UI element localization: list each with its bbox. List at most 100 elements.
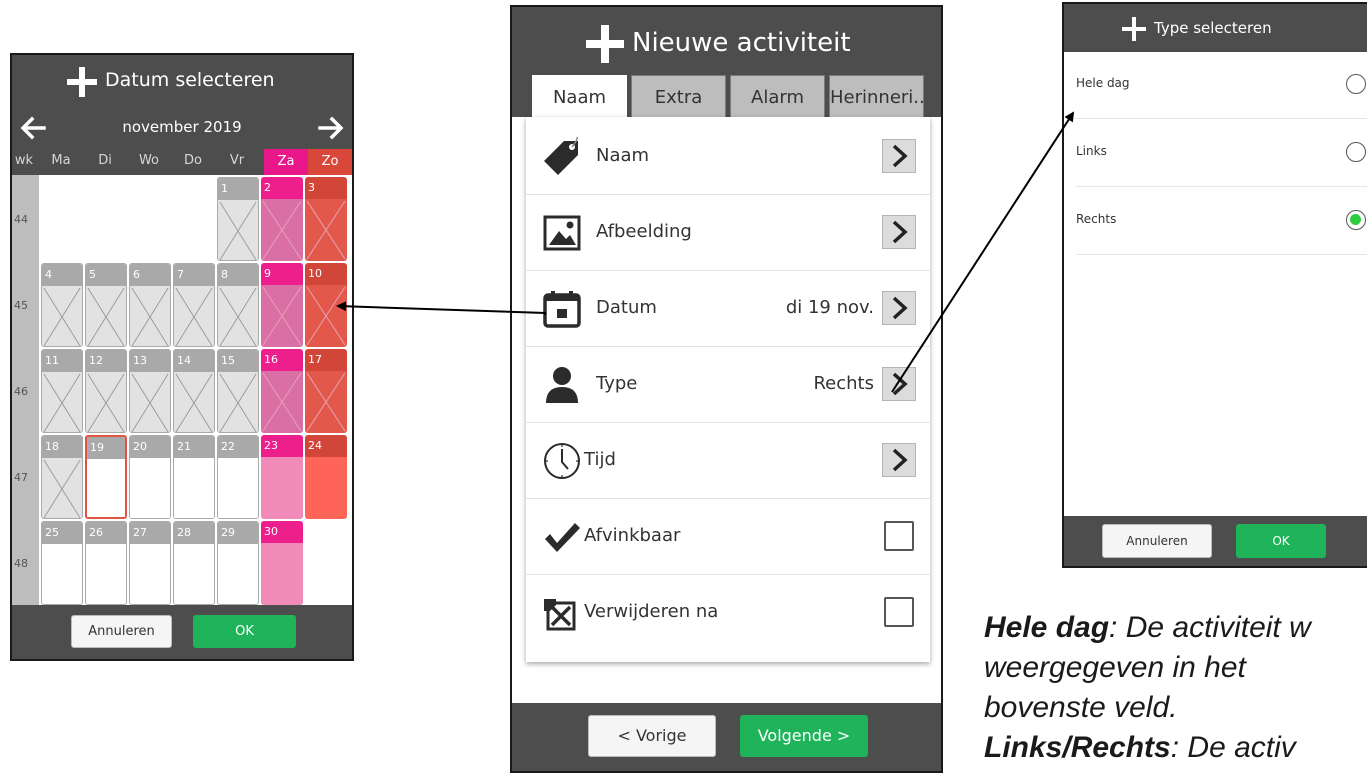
calendar-day[interactable]: 6: [129, 263, 171, 347]
datum-row[interactable]: Datum di 19 nov.: [526, 273, 930, 347]
datum-chevron-button[interactable]: [882, 291, 916, 325]
calendar-day[interactable]: 5: [85, 263, 127, 347]
day-number: 21: [174, 436, 214, 458]
day-number: 28: [174, 522, 214, 544]
weekday-header: Wo: [138, 153, 160, 168]
calendar-day[interactable]: 3: [305, 177, 347, 261]
caption-line-2: weergegeven in het: [984, 651, 1246, 684]
radio-rechts-selected[interactable]: [1346, 210, 1366, 230]
ok-button[interactable]: OK: [1236, 524, 1326, 558]
tab-herinnering[interactable]: Herinneri...: [829, 75, 924, 119]
cancel-button[interactable]: Annuleren: [71, 615, 172, 648]
calendar-day[interactable]: 28: [173, 521, 215, 605]
calendar-day[interactable]: 9: [261, 263, 303, 347]
radio-links[interactable]: [1346, 142, 1366, 162]
naam-row[interactable]: Naam: [526, 121, 930, 195]
calendar-day[interactable]: 17: [305, 349, 347, 433]
type-select-footer: Annuleren OK: [1064, 516, 1367, 566]
day-number: 11: [42, 350, 82, 372]
month-navigation: november 2019: [12, 107, 352, 149]
calendar-day[interactable]: 1: [217, 177, 259, 261]
day-number: 12: [86, 350, 126, 372]
week-number: 44: [14, 213, 28, 226]
option-links[interactable]: Links: [1076, 120, 1367, 187]
calendar-day[interactable]: 15: [217, 349, 259, 433]
past-day-cross-icon: [306, 200, 346, 260]
type-select-title: Type selecteren: [1154, 19, 1272, 37]
past-day-cross-icon: [43, 287, 81, 346]
caption-term-hele-dag: Hele dag: [984, 611, 1110, 644]
day-number: 5: [86, 264, 126, 286]
verwijderen-na-row[interactable]: Verwijderen na: [526, 577, 930, 651]
calendar-day[interactable]: 7: [173, 263, 215, 347]
calendar-day[interactable]: 11: [41, 349, 83, 433]
datum-label: Datum: [596, 297, 657, 318]
calendar-day[interactable]: 30: [261, 521, 303, 605]
calendar-day[interactable]: 10: [305, 263, 347, 347]
afbeelding-row[interactable]: Afbeelding: [526, 197, 930, 271]
calendar-day[interactable]: 26: [85, 521, 127, 605]
calendar-day[interactable]: 4: [41, 263, 83, 347]
clock-icon: [542, 441, 582, 481]
tijd-row[interactable]: Tijd: [526, 425, 930, 499]
calendar-day[interactable]: 29: [217, 521, 259, 605]
new-activity-panel: Nieuwe activiteit Naam Extra Alarm Herin…: [510, 5, 943, 773]
week-number: 45: [14, 299, 28, 312]
past-day-cross-icon: [306, 372, 346, 432]
day-number: 3: [305, 177, 347, 199]
radio-hele-dag[interactable]: [1346, 74, 1366, 94]
type-select-header: Type selecteren: [1064, 4, 1367, 52]
afvinkbaar-checkbox[interactable]: [884, 521, 914, 551]
verwijderen-na-checkbox[interactable]: [884, 597, 914, 627]
ok-button[interactable]: OK: [193, 615, 296, 648]
calendar-day[interactable]: 27: [129, 521, 171, 605]
calendar-day[interactable]: 18: [41, 435, 83, 519]
calendar-day[interactable]: 20: [129, 435, 171, 519]
previous-button[interactable]: < Vorige: [588, 715, 716, 757]
weekday-header: Vr: [229, 153, 245, 168]
calendar-day[interactable]: 8: [217, 263, 259, 347]
chevron-right-icon: [892, 372, 908, 396]
option-hele-dag[interactable]: Hele dag: [1076, 52, 1367, 119]
calendar-day[interactable]: 14: [173, 349, 215, 433]
weekday-header-sunday: Zo: [308, 149, 352, 175]
calendar-day[interactable]: 22: [217, 435, 259, 519]
week-number: 46: [14, 385, 28, 398]
calendar-day[interactable]: 13: [129, 349, 171, 433]
cancel-button[interactable]: Annuleren: [1102, 524, 1212, 558]
calendar-day[interactable]: 12: [85, 349, 127, 433]
calendar-day[interactable]: 24: [305, 435, 347, 519]
type-row[interactable]: Type Rechts: [526, 349, 930, 423]
calendar-day-selected[interactable]: 19: [85, 435, 127, 519]
chevron-right-icon: [892, 220, 908, 244]
chevron-right-icon: [892, 296, 908, 320]
past-day-cross-icon: [131, 287, 169, 346]
day-number: 29: [218, 522, 258, 544]
afbeelding-chevron-button[interactable]: [882, 215, 916, 249]
type-select-panel: Type selecteren Hele dag Links Rechts An…: [1062, 2, 1367, 568]
calendar-day[interactable]: 23: [261, 435, 303, 519]
calendar-day[interactable]: 16: [261, 349, 303, 433]
tijd-chevron-button[interactable]: [882, 443, 916, 477]
tab-alarm[interactable]: Alarm: [730, 75, 825, 119]
plus-icon: [1122, 17, 1146, 41]
past-day-cross-icon: [175, 287, 213, 346]
next-button[interactable]: Volgende >: [740, 715, 868, 757]
tab-naam[interactable]: Naam: [532, 75, 627, 119]
calendar-day[interactable]: 2: [261, 177, 303, 261]
weekday-header-row: wk Ma Di Wo Do Vr Za Zo: [12, 149, 352, 175]
option-rechts[interactable]: Rechts: [1076, 188, 1367, 255]
caption-line-3: bovenste veld.: [984, 691, 1178, 724]
naam-chevron-button[interactable]: [882, 139, 916, 173]
next-month-button[interactable]: [316, 113, 346, 143]
past-day-cross-icon: [175, 373, 213, 432]
type-chevron-button[interactable]: [882, 367, 916, 401]
day-number: 6: [130, 264, 170, 286]
option-label: Hele dag: [1076, 76, 1130, 90]
tab-extra[interactable]: Extra: [631, 75, 726, 119]
calendar-day[interactable]: 25: [41, 521, 83, 605]
activity-settings-list: Naam Afbeelding Datum di 19 nov. Type Re…: [526, 117, 930, 662]
weekday-header-saturday: Za: [264, 149, 308, 175]
calendar-day[interactable]: 21: [173, 435, 215, 519]
afvinkbaar-row[interactable]: Afvinkbaar: [526, 501, 930, 575]
